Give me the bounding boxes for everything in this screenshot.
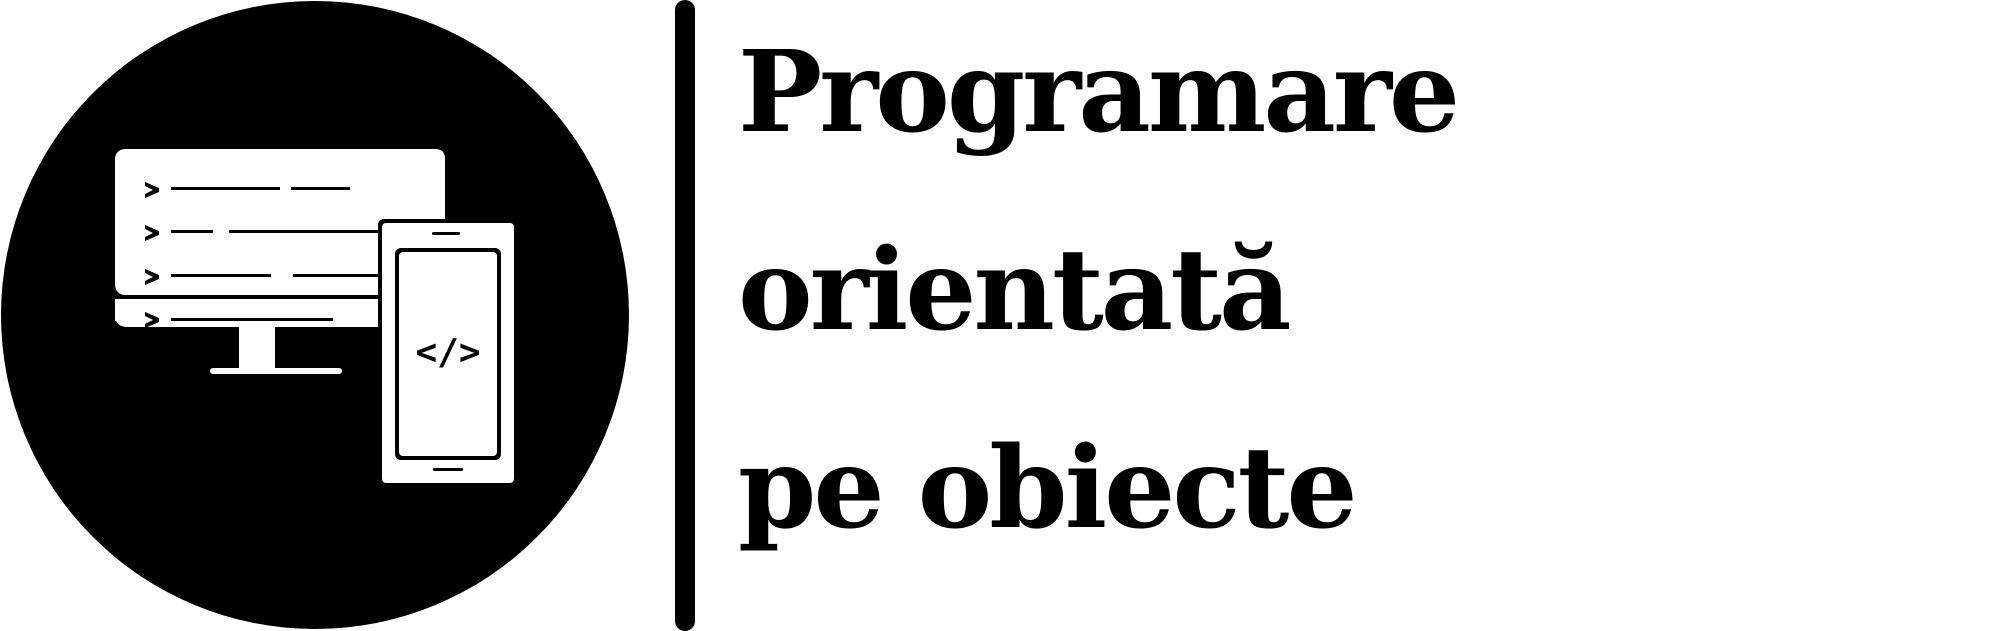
title-line-3: pe obiecte <box>738 423 1358 554</box>
vertical-divider <box>675 0 695 631</box>
code-icon: </> <box>415 332 480 373</box>
page-title: Programare orientată pe obiecte <box>738 0 2000 588</box>
title-line-1: Programare <box>738 27 1460 158</box>
title-line-2: orientată <box>738 225 1292 356</box>
logo-badge: </> <box>1 1 629 629</box>
